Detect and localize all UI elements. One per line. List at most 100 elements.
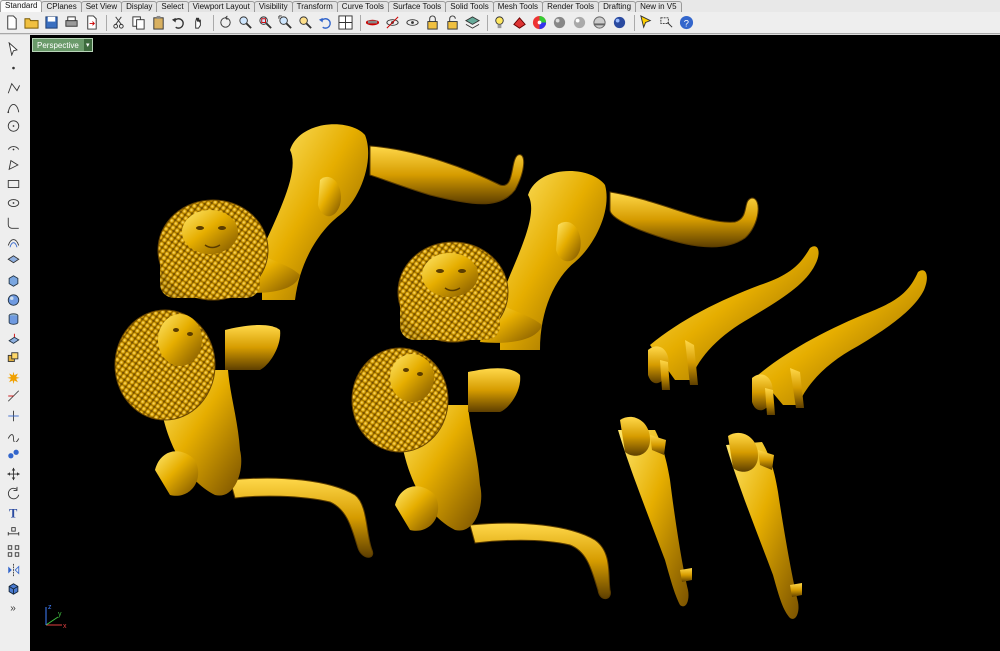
- save-icon[interactable]: [43, 14, 60, 31]
- print-icon[interactable]: [63, 14, 80, 31]
- world-axis-indicator: x y z: [45, 604, 67, 630]
- tab-set-view[interactable]: Set View: [80, 1, 123, 12]
- hide-icon[interactable]: [384, 14, 401, 31]
- tab-cplanes[interactable]: CPlanes: [41, 1, 82, 12]
- polyline-icon[interactable]: [4, 80, 22, 96]
- lion-model-3[interactable]: [114, 309, 374, 558]
- tab-mesh-tools[interactable]: Mesh Tools: [492, 1, 544, 12]
- undo-view-icon[interactable]: [317, 14, 334, 31]
- split-icon[interactable]: [4, 408, 22, 424]
- arc-icon[interactable]: [4, 138, 22, 154]
- render-sphere-icon[interactable]: [551, 14, 568, 31]
- lion-model-7[interactable]: [618, 416, 692, 607]
- lion-model-8[interactable]: [726, 432, 802, 619]
- unlock-icon[interactable]: [444, 14, 461, 31]
- tab-drafting[interactable]: Drafting: [598, 1, 637, 12]
- tab-display[interactable]: Display: [121, 1, 158, 12]
- axis-z-label: z: [48, 604, 52, 611]
- solid-icon[interactable]: [4, 581, 22, 597]
- move-icon[interactable]: [4, 466, 22, 482]
- surface-icon[interactable]: [4, 253, 22, 269]
- tab-standard[interactable]: Standard: [0, 0, 43, 12]
- shade-icon[interactable]: [364, 14, 381, 31]
- ground-icon[interactable]: [591, 14, 608, 31]
- box-icon[interactable]: [4, 273, 22, 289]
- tab-render-tools[interactable]: Render Tools: [542, 1, 600, 12]
- four-viewports-icon[interactable]: [337, 14, 354, 31]
- color-wheel-icon[interactable]: [531, 14, 548, 31]
- select-arrow-icon[interactable]: [4, 41, 22, 57]
- tab-visibility[interactable]: Visibility: [253, 1, 293, 12]
- offset-icon[interactable]: [4, 234, 22, 250]
- cut-icon[interactable]: [110, 14, 127, 31]
- new-icon[interactable]: [3, 14, 20, 31]
- dimension-icon[interactable]: [4, 524, 22, 540]
- svg-text:T: T: [9, 506, 17, 519]
- polygon-icon[interactable]: [4, 157, 22, 173]
- environment-icon[interactable]: [571, 14, 588, 31]
- standard-toolbar: ?: [0, 12, 1000, 34]
- viewport-dropdown-icon[interactable]: ▾: [83, 39, 92, 51]
- axis-x-label: x: [63, 623, 67, 630]
- lock-icon[interactable]: [424, 14, 441, 31]
- rotate-left-icon[interactable]: [4, 485, 22, 501]
- explode-icon[interactable]: [4, 369, 22, 385]
- axis-y-label: y: [58, 611, 62, 618]
- zoom-extents-icon[interactable]: [277, 14, 294, 31]
- zoom-window-icon[interactable]: [257, 14, 274, 31]
- point-icon[interactable]: [4, 60, 22, 76]
- circle-icon[interactable]: [4, 118, 22, 134]
- toolbar-separator: [360, 14, 361, 31]
- perspective-viewport[interactable]: Perspective ▾ x y z: [30, 35, 1000, 651]
- extrude-icon[interactable]: [4, 331, 22, 347]
- tab-transform[interactable]: Transform: [291, 1, 338, 12]
- undo-icon[interactable]: [170, 14, 187, 31]
- fillet-icon[interactable]: [4, 215, 22, 231]
- group-icon[interactable]: [4, 446, 22, 462]
- zoom-selected-icon[interactable]: [297, 14, 314, 31]
- cylinder-icon[interactable]: [4, 311, 22, 327]
- rectangle-icon[interactable]: [4, 176, 22, 192]
- svg-text:?: ?: [684, 18, 689, 28]
- material-icon[interactable]: [511, 14, 528, 31]
- tab-curve-tools[interactable]: Curve Tools: [336, 1, 389, 12]
- layer-icon[interactable]: [464, 14, 481, 31]
- tab-solid-tools[interactable]: Solid Tools: [445, 1, 494, 12]
- viewport-title-label: Perspective: [37, 40, 79, 50]
- tab-viewport-layout[interactable]: Viewport Layout: [187, 1, 255, 12]
- toolbar-separator: [106, 14, 107, 31]
- paste-icon[interactable]: [150, 14, 167, 31]
- text-icon[interactable]: T: [4, 504, 22, 520]
- show-icon[interactable]: [404, 14, 421, 31]
- import-icon[interactable]: [83, 14, 100, 31]
- boolean-icon[interactable]: [4, 350, 22, 366]
- toolbar-separator: [487, 14, 488, 31]
- help-icon[interactable]: ?: [678, 14, 695, 31]
- rotate-icon[interactable]: [217, 14, 234, 31]
- ellipse-icon[interactable]: [4, 195, 22, 211]
- left-tool-palette: T»: [0, 35, 31, 651]
- mirror-icon[interactable]: [4, 562, 22, 578]
- viewport-title-tab[interactable]: Perspective ▾: [32, 38, 93, 52]
- join-icon[interactable]: [4, 427, 22, 443]
- array-icon[interactable]: [4, 543, 22, 559]
- light-icon[interactable]: [491, 14, 508, 31]
- open-icon[interactable]: [23, 14, 40, 31]
- tab-surface-tools[interactable]: Surface Tools: [387, 1, 447, 12]
- tab-select[interactable]: Select: [156, 1, 189, 12]
- lion-models-scene[interactable]: [30, 35, 1000, 651]
- sphere-icon[interactable]: [4, 292, 22, 308]
- tab-new-in-v5[interactable]: New in V5: [635, 1, 682, 12]
- lion-model-4[interactable]: [351, 347, 611, 600]
- zoom-icon[interactable]: [237, 14, 254, 31]
- select-icon[interactable]: [638, 14, 655, 31]
- pan-icon[interactable]: [190, 14, 207, 31]
- curve-icon[interactable]: [4, 99, 22, 115]
- lasso-icon[interactable]: [658, 14, 675, 31]
- copy-icon[interactable]: [130, 14, 147, 31]
- toolbar-separator: [213, 14, 214, 31]
- render-icon[interactable]: [611, 14, 628, 31]
- toolbar-separator: [634, 14, 635, 31]
- more-tools-chevron-icon[interactable]: »: [4, 601, 22, 617]
- trim-icon[interactable]: [4, 388, 22, 404]
